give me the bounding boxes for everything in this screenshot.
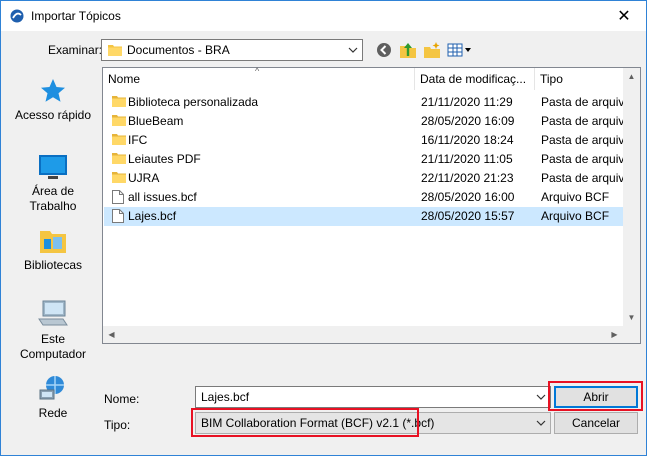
place-label: Rede <box>38 406 68 420</box>
place-network[interactable]: Rede <box>7 373 99 421</box>
file-list[interactable]: ^ Nome Data de modificaç... Tipo Bibliot… <box>102 66 641 344</box>
cancel-button[interactable]: Cancelar <box>554 412 638 434</box>
file-date: 28/05/2020 15:57 <box>421 209 515 223</box>
computer-icon <box>38 300 68 326</box>
file-date: 21/11/2020 11:05 <box>421 152 513 166</box>
chevron-down-icon[interactable] <box>534 390 548 404</box>
file-name: Biblioteca personalizada <box>128 95 259 109</box>
file-name: Lajes.bcf <box>128 209 177 223</box>
file-row[interactable]: Leiautes PDF 21/11/2020 11:05 Pasta de arq… <box>104 150 640 169</box>
network-icon <box>39 376 64 400</box>
lookin-dropdown[interactable]: Documentos - BRA <box>101 39 363 61</box>
place-desktop[interactable]: Área de Trabalho <box>7 153 99 214</box>
window-title: Importar Tópicos <box>31 9 121 23</box>
place-this-pc[interactable]: Este Computador <box>7 299 99 362</box>
folder-icon <box>108 44 122 59</box>
file-icon <box>112 190 124 207</box>
lookin-value: Documentos - BRA <box>127 43 230 57</box>
import-topics-dialog: Importar Tópicos ✕ Examinar: Documentos … <box>0 0 647 456</box>
column-header-date[interactable]: Data de modificaç... <box>415 68 535 90</box>
column-header-name[interactable]: Nome <box>103 68 415 90</box>
column-header-row: ^ Nome Data de modificaç... Tipo <box>103 66 640 90</box>
file-name: BlueBeam <box>128 114 184 128</box>
vertical-scrollbar[interactable]: ▲ ▼ <box>623 68 640 326</box>
file-date: 28/05/2020 16:09 <box>421 114 515 128</box>
scrollbar-corner <box>623 326 640 343</box>
up-folder-icon[interactable] <box>399 41 417 59</box>
folder-icon <box>112 152 126 167</box>
folder-icon <box>112 95 126 110</box>
lookin-label: Examinar: <box>48 43 103 57</box>
place-libraries[interactable]: Bibliotecas <box>7 227 99 273</box>
highlight-filetype <box>191 408 419 437</box>
chevron-down-icon[interactable] <box>534 416 548 430</box>
file-row[interactable]: UJRA 22/11/2020 21:23 Pasta de arquiv... <box>104 169 640 188</box>
file-date: 28/05/2020 16:00 <box>421 190 515 204</box>
scroll-down-icon[interactable]: ▼ <box>623 309 640 326</box>
star-icon <box>41 79 65 102</box>
filename-value: Lajes.bcf <box>201 390 250 404</box>
filetype-label: Tipo: <box>104 418 131 432</box>
filename-label: Nome: <box>104 392 140 406</box>
file-date: 21/11/2020 11:29 <box>421 95 513 109</box>
place-label: Área de Trabalho <box>29 184 77 213</box>
file-row[interactable]: Biblioteca personalizada 21/11/2020 11:29… <box>104 93 640 112</box>
horizontal-scrollbar[interactable]: ◀ ▶ <box>103 326 623 343</box>
file-date: 22/11/2020 21:23 <box>421 171 514 185</box>
highlight-open-button <box>548 381 643 411</box>
chevron-down-icon[interactable] <box>346 43 360 57</box>
close-icon[interactable]: ✕ <box>602 1 646 31</box>
scroll-right-icon[interactable]: ▶ <box>606 326 623 343</box>
view-menu-icon[interactable] <box>447 41 473 59</box>
file-row[interactable]: all issues.bcf 28/05/2020 16:00 Arquivo BC… <box>104 188 640 207</box>
place-label: Acesso rápido <box>14 108 92 122</box>
folder-icon <box>112 171 126 186</box>
back-icon[interactable] <box>375 41 393 59</box>
filename-field[interactable]: Lajes.bcf <box>195 386 551 408</box>
place-quick-access[interactable]: Acesso rápido <box>7 77 99 123</box>
place-label: Este Computador <box>19 332 87 361</box>
scroll-left-icon[interactable]: ◀ <box>103 326 120 343</box>
file-name: Leiautes PDF <box>128 152 201 166</box>
scroll-up-icon[interactable]: ▲ <box>623 68 640 85</box>
new-folder-icon[interactable] <box>423 41 441 59</box>
file-name: IFC <box>128 133 148 147</box>
title-bar: Importar Tópicos ✕ <box>1 1 646 31</box>
file-name: all issues.bcf <box>128 190 197 204</box>
file-icon <box>112 209 124 226</box>
file-row[interactable]: Lajes.bcf 28/05/2020 15:57 Arquivo BCF <box>104 207 640 226</box>
file-row[interactable]: IFC 16/11/2020 18:24 Pasta de arquiv... <box>104 131 640 150</box>
file-name: UJRA <box>128 171 160 185</box>
places-bar: Acesso rápido Área de Trabalho Bibliotec… <box>7 67 99 443</box>
place-label: Bibliotecas <box>23 258 83 272</box>
file-date: 16/11/2020 18:24 <box>421 133 514 147</box>
file-row[interactable]: BlueBeam 28/05/2020 16:09 Pasta de arquiv.… <box>104 112 640 131</box>
app-icon <box>10 9 24 23</box>
desktop-icon <box>39 155 67 179</box>
folder-icon <box>112 133 126 148</box>
folder-icon <box>112 114 126 129</box>
libraries-icon <box>40 231 66 253</box>
